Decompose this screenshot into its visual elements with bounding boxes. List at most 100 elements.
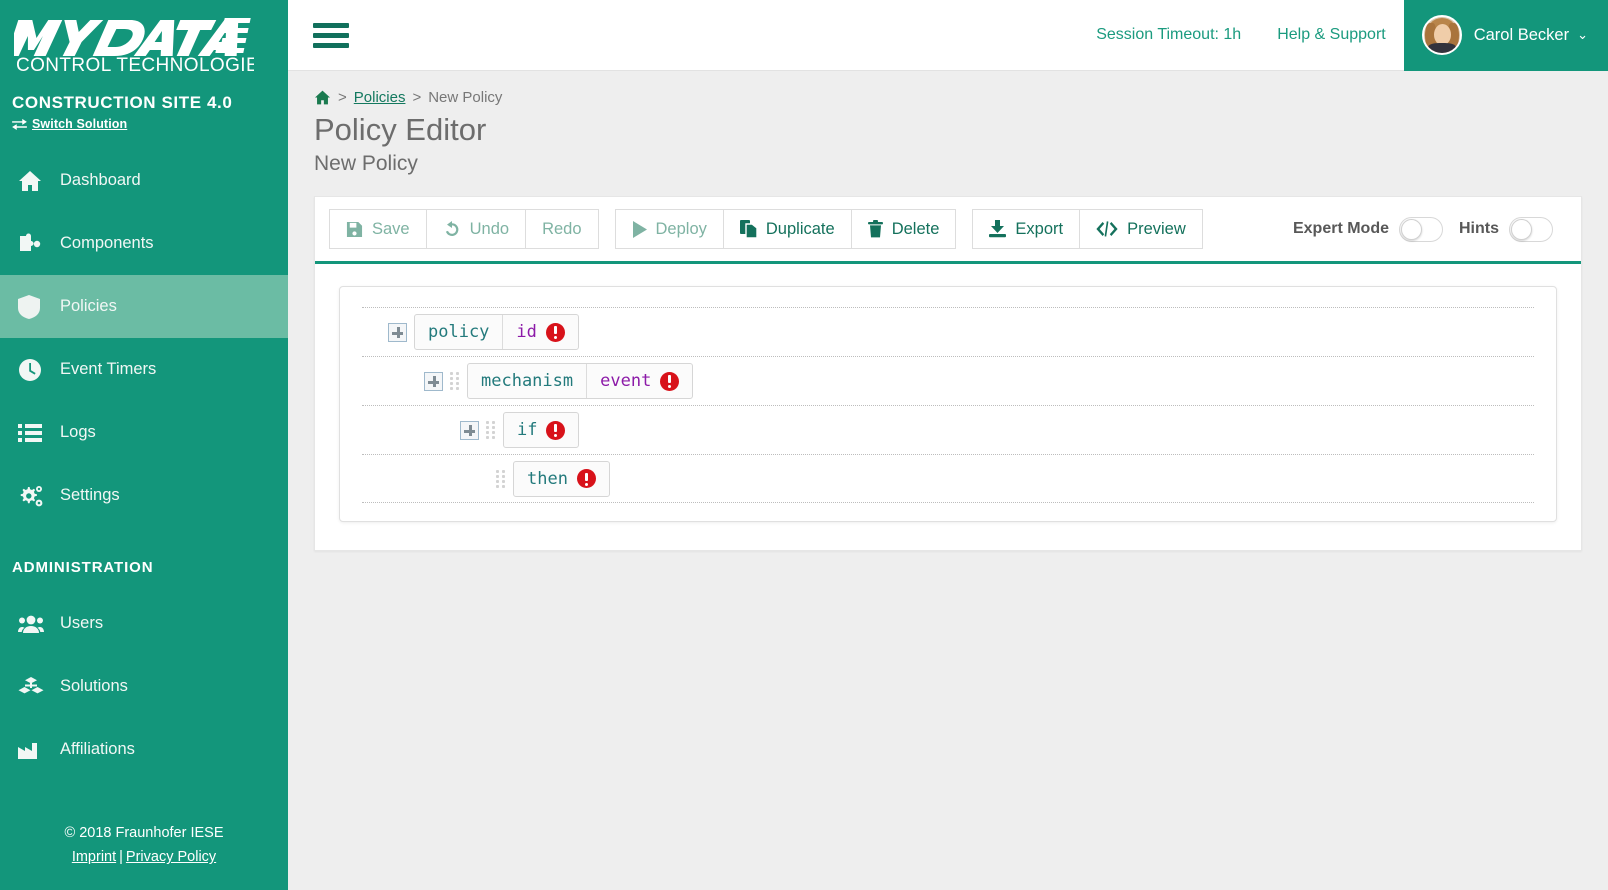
sidebar-item-label: Event Timers <box>60 360 157 378</box>
grip-dot <box>456 372 459 375</box>
expert-mode-label: Expert Mode <box>1292 220 1389 237</box>
grip-dot <box>496 484 499 488</box>
page-body: > Policies > New Policy Policy Editor Ne… <box>288 71 1608 890</box>
breadcrumb-current: New Policy <box>428 89 503 106</box>
application-window: CONTROL TECHNOLOGIES CONSTRUCTION SITE 4… <box>0 0 1608 890</box>
mydata-logo-image: CONTROL TECHNOLOGIES <box>6 12 272 79</box>
grip-dot <box>450 382 453 385</box>
grip-dot <box>450 387 453 390</box>
sidebar: CONTROL TECHNOLOGIES CONSTRUCTION SITE 4… <box>0 0 288 890</box>
then-chip[interactable]: then <box>513 460 610 497</box>
drag-handle-icon[interactable] <box>496 469 506 488</box>
logo-svg: CONTROL TECHNOLOGIES <box>6 18 272 76</box>
hints-switch[interactable] <box>1509 216 1553 242</box>
tree-node: then <box>496 460 610 497</box>
sidebar-item-dashboard[interactable]: Dashboard <box>0 149 288 212</box>
page-title: Policy Editor <box>314 112 487 147</box>
duplicate-button[interactable]: Duplicate <box>722 209 852 249</box>
breadcrumb: > Policies > New Policy <box>288 71 1608 106</box>
editor-toolbar: Save Undo Redo Deploy Duplicate Delete E… <box>315 197 1581 264</box>
grip-dot <box>496 479 499 483</box>
home-icon <box>18 170 46 192</box>
breadcrumb-policies-link[interactable]: Policies <box>354 89 406 106</box>
if-chip[interactable]: if <box>503 412 580 448</box>
hints-toggle-group: Hints <box>1459 216 1553 242</box>
delete-button[interactable]: Delete <box>850 209 957 249</box>
sidebar-item-label: Solutions <box>60 677 128 695</box>
avatar-face <box>1433 24 1451 45</box>
tree-row-policy[interactable]: policy id <box>362 307 1534 356</box>
plus-square-icon[interactable] <box>460 420 479 440</box>
hamburger-bar <box>313 32 349 38</box>
exclamation-circle-icon <box>545 322 565 342</box>
grip-dot <box>486 431 489 434</box>
drag-handle-icon[interactable] <box>450 372 460 390</box>
grip-dot <box>502 484 505 488</box>
sidebar-item-logs[interactable]: Logs <box>0 401 288 464</box>
puzzle-icon <box>18 233 46 255</box>
mechanism-chip[interactable]: mechanism event <box>467 363 694 399</box>
preview-button[interactable]: Preview <box>1079 209 1203 249</box>
users-icon <box>18 614 46 634</box>
export-button[interactable]: Export <box>972 209 1081 249</box>
hamburger-icon[interactable] <box>313 18 349 53</box>
tree-row-if[interactable]: if <box>362 405 1534 454</box>
grip-dot <box>502 474 505 478</box>
sidebar-item-affiliations[interactable]: Affiliations <box>0 718 288 781</box>
download-icon <box>989 220 1007 238</box>
undo-button[interactable]: Undo <box>425 209 527 249</box>
node-key: then <box>514 462 609 496</box>
sidebar-item-policies[interactable]: Policies <box>0 275 288 338</box>
user-name-label: Carol Becker <box>1473 25 1570 44</box>
exclamation-circle-icon <box>576 469 596 488</box>
drag-handle-icon[interactable] <box>486 421 496 439</box>
switch-knob <box>1401 218 1422 240</box>
attribute-label: id <box>516 322 537 342</box>
cubes-icon <box>18 676 46 698</box>
tree-row-mechanism[interactable]: mechanism event <box>362 356 1534 405</box>
hamburger-bar <box>313 22 349 28</box>
copy-icon <box>739 220 757 238</box>
imprint-link[interactable]: Imprint <box>72 849 116 865</box>
clock-icon <box>18 358 46 382</box>
svg-text:CONTROL TECHNOLOGIES: CONTROL TECHNOLOGIES <box>16 55 254 74</box>
brand-logo[interactable]: CONTROL TECHNOLOGIES <box>0 0 288 79</box>
expert-mode-toggle-group: Expert Mode <box>1292 216 1443 242</box>
undo-label: Undo <box>469 219 510 238</box>
grip-dot <box>456 387 459 390</box>
redo-button[interactable]: Redo <box>525 209 599 249</box>
toolbar-group-edit: Save Undo Redo <box>329 209 599 249</box>
help-support-link[interactable]: Help & Support <box>1259 26 1404 44</box>
redo-label: Redo <box>542 219 582 238</box>
sidebar-item-settings[interactable]: Settings <box>0 464 288 527</box>
breadcrumb-home-icon[interactable] <box>314 90 331 105</box>
sidebar-item-components[interactable]: Components <box>0 212 288 275</box>
deploy-button[interactable]: Deploy <box>614 209 724 249</box>
grip-dot <box>486 426 489 429</box>
code-angle-icon <box>1096 221 1118 237</box>
sidebar-item-solutions[interactable]: Solutions <box>0 655 288 718</box>
list-icon <box>18 423 46 443</box>
plus-square-icon[interactable] <box>424 371 443 391</box>
admin-section-header: ADMINISTRATION <box>12 559 154 576</box>
session-timeout-label[interactable]: Session Timeout: 1h <box>1078 26 1259 44</box>
expert-mode-switch[interactable] <box>1399 216 1443 242</box>
trash-icon <box>867 220 883 238</box>
sidebar-item-label: Affiliations <box>60 740 135 758</box>
factory-icon <box>18 740 46 760</box>
toolbar-group-io: Export Preview <box>972 209 1203 249</box>
user-menu[interactable]: Carol Becker ⌄ <box>1403 0 1608 71</box>
switch-solution-label: Switch Solution <box>32 117 128 131</box>
plus-square-icon[interactable] <box>388 322 407 342</box>
sidebar-item-event-timers[interactable]: Event Timers <box>0 338 288 401</box>
policy-chip[interactable]: policy id <box>414 314 579 350</box>
grip-dot <box>486 421 489 424</box>
save-button[interactable]: Save <box>329 209 427 249</box>
switch-solution-link[interactable]: Switch Solution <box>0 113 288 131</box>
tree-row-then[interactable]: then <box>362 454 1534 503</box>
tree-node: mechanism event <box>424 363 694 399</box>
privacy-policy-link[interactable]: Privacy Policy <box>126 849 216 865</box>
sidebar-item-users[interactable]: Users <box>0 592 288 655</box>
exclamation-circle-icon <box>660 371 680 391</box>
main-column: Session Timeout: 1h Help & Support Carol… <box>288 0 1608 890</box>
